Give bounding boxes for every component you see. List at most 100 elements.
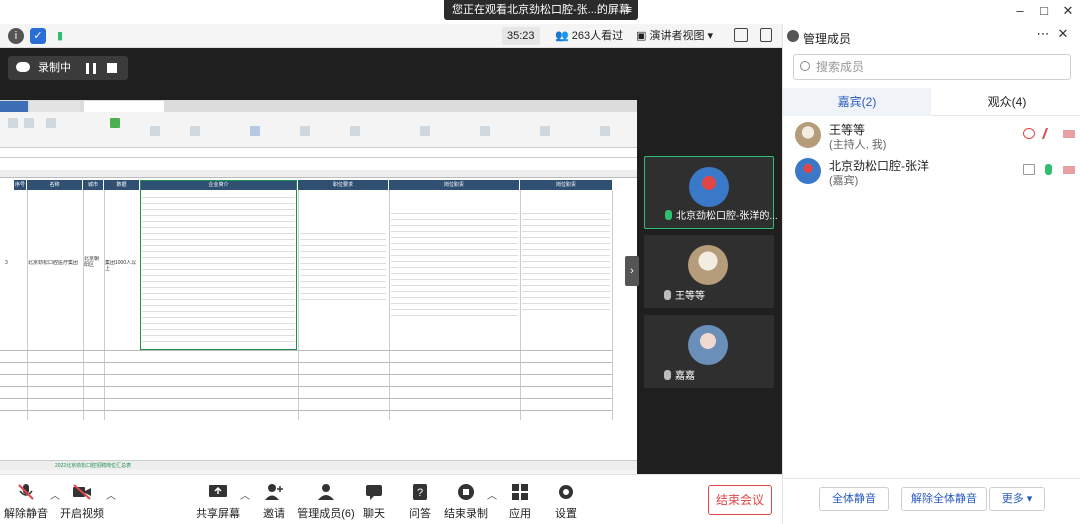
close-icon[interactable]: ✕ (1058, 3, 1078, 19)
member-role: (嘉宾) (829, 175, 859, 187)
svg-text:?: ? (417, 487, 423, 499)
panel-title: 管理成员 (803, 32, 852, 46)
chat-icon (364, 483, 384, 501)
camera-off-icon[interactable] (1063, 166, 1075, 174)
ribbon-button (150, 126, 160, 136)
microphone-muted-icon (664, 290, 671, 300)
fullscreen-icon[interactable] (734, 28, 748, 42)
presenter-view-dropdown[interactable]: ▣ 演讲者视图 ▾ (636, 27, 713, 45)
ribbon-button (300, 126, 310, 136)
start-video-label: 开启视频 (60, 508, 104, 520)
menu-icon[interactable]: ≡ (626, 0, 632, 20)
cell-job-duties (391, 210, 518, 320)
cell-job-duties-2 (522, 210, 610, 310)
member-row[interactable]: 北京劲松口腔-张洋 (嘉宾) (795, 156, 1075, 190)
viewer-count[interactable]: 👥 263人看过 (555, 27, 623, 45)
member-row[interactable]: 王等等 (主持人, 我) (795, 120, 1075, 154)
recording-label: 录制中 (38, 62, 71, 74)
control-bar: 解除静音 ︿ 开启视频 ︿ 共享屏幕 ︿ 邀请 管理成员(6) 聊天 ? 问答 … (0, 474, 782, 524)
signal-icon[interactable]: ▮ (52, 28, 68, 44)
sheet-header: 岗位职责 (389, 180, 519, 190)
user-icon (316, 483, 336, 501)
minimize-icon[interactable]: – (1010, 3, 1030, 19)
participant-name: 嘉嘉 (648, 370, 695, 384)
ribbon-button (190, 126, 200, 136)
cell-size: 集团1000人以上 (105, 260, 137, 272)
share-screen-label: 共享屏幕 (196, 508, 240, 520)
participant-tile[interactable]: 王等等 (644, 235, 774, 308)
search-input[interactable]: 搜索成员 (793, 54, 1071, 80)
viewer-count-label: 263人看过 (571, 30, 624, 42)
ribbon-button (480, 126, 490, 136)
participant-tile[interactable]: 北京劲松口腔-张洋的... (644, 156, 778, 229)
search-icon (800, 61, 810, 71)
sharing-banner-text: 您正在观看北京劲松口腔-张...的屏幕 (452, 4, 630, 16)
camera-off-icon[interactable] (1063, 130, 1075, 138)
recording-bar: 录制中 (8, 56, 128, 80)
question-icon: ? (410, 483, 430, 501)
settings-button[interactable]: 设置 (536, 483, 596, 521)
end-meeting-button[interactable]: 结束会议 (708, 485, 772, 515)
grid-line (0, 374, 612, 375)
microphone-muted-icon[interactable] (1041, 128, 1059, 139)
sheet-header: 序号 (14, 180, 26, 190)
grid-line (0, 410, 612, 411)
info-icon[interactable]: i (8, 28, 24, 44)
participant-name: 王等等 (648, 290, 705, 304)
meeting-timer: 35:23 (502, 27, 540, 45)
sheet-tabs: 2022北京劲松口腔招聘岗位汇总表 (0, 460, 637, 470)
more-button[interactable]: 更多 ▾ (989, 487, 1045, 511)
share-screen-button[interactable]: 共享屏幕 (188, 483, 248, 521)
unmute-button[interactable]: 解除静音 (0, 483, 56, 521)
tab-guests[interactable]: 嘉宾(2) (783, 88, 931, 116)
stop-icon[interactable] (107, 63, 117, 73)
microphone-icon[interactable] (1045, 164, 1052, 175)
avatar (689, 167, 729, 207)
grid-line (0, 350, 612, 351)
sheet-header: 城市 (83, 180, 103, 190)
sheet-header: 岗位职责 (520, 180, 612, 190)
shield-icon[interactable]: ✓ (30, 28, 46, 44)
ribbon-button (110, 118, 120, 128)
unmute-all-button[interactable]: 解除全体静音 (901, 487, 987, 511)
browser-tab-strip (0, 100, 637, 112)
screen-share-icon[interactable] (1023, 164, 1035, 175)
more-icon[interactable]: ⋯ (1033, 26, 1053, 42)
shared-screen: 序号 名称 城市 数据 企业简介 职位要求 岗位职责 岗位职责 3 北京劲松口腔… (0, 100, 637, 482)
mute-all-button[interactable]: 全体静音 (819, 487, 889, 511)
tab-audience[interactable]: 观众(4) (933, 88, 1080, 116)
invite-button[interactable]: 邀请 (244, 483, 304, 521)
formula-bar (0, 148, 637, 158)
ribbon-button (540, 126, 550, 136)
ss-tab-active (84, 101, 164, 112)
grid-line (612, 190, 613, 420)
cell-org-name: 北京劲松口腔医疗集团 (28, 260, 79, 266)
apps-grid-icon (510, 483, 530, 501)
ribbon-button (24, 118, 34, 128)
search-placeholder: 搜索成员 (816, 60, 865, 74)
maximize-icon[interactable]: □ (1034, 3, 1054, 19)
start-video-button[interactable]: 开启视频 (52, 483, 112, 521)
cloud-icon (16, 62, 30, 72)
pause-icon[interactable] (86, 63, 96, 74)
eye-icon[interactable] (1023, 128, 1035, 139)
ribbon-button (46, 118, 56, 128)
participant-name: 北京劲松口腔-张洋的... (649, 210, 778, 224)
collapse-arrow-icon[interactable]: › (625, 256, 639, 286)
spreadsheet-grid: 序号 名称 城市 数据 企业简介 职位要求 岗位职责 岗位职责 3 北京劲松口腔… (0, 170, 637, 460)
panel-footer: 全体静音 解除全体静音 更多 ▾ (783, 478, 1080, 524)
end-recording-label: 结束录制 (444, 508, 488, 520)
meeting-toolbar: i ✓ ▮ 35:23 👥 263人看过 ▣ 演讲者视图 ▾ (0, 24, 782, 48)
sidebar-toggle-icon[interactable] (760, 28, 772, 42)
microphone-muted-icon (664, 370, 671, 380)
presenter-view-label: 演讲者视图 (649, 30, 705, 42)
more-label: 更多 (1001, 493, 1024, 505)
avatar (795, 122, 821, 148)
avatar (688, 325, 728, 365)
chevron-up-icon[interactable]: ︿ (106, 487, 116, 502)
participant-tile[interactable]: 嘉嘉 (644, 315, 774, 388)
ribbon-button (8, 118, 18, 128)
microphone-icon (665, 210, 672, 220)
close-panel-icon[interactable]: ✕ (1053, 26, 1073, 42)
row-number: 3 (5, 260, 8, 266)
